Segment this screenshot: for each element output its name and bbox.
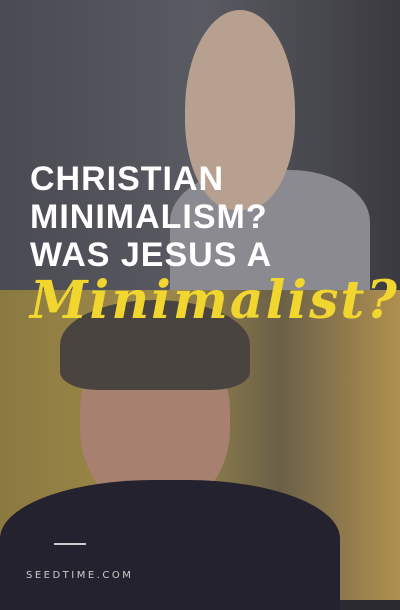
divider — [54, 543, 86, 545]
person-bottom-body — [0, 480, 340, 610]
headline-line: WAS JESUS A — [30, 236, 273, 274]
headline-line: CHRISTIAN — [30, 160, 225, 198]
headline-line: MINIMALISM? — [30, 198, 268, 236]
headline: CHRISTIAN MINIMALISM? WAS JESUS A — [30, 160, 272, 274]
site-label: SEEDTIME.COM — [26, 570, 134, 581]
script-word: Minimalist? — [30, 270, 399, 331]
